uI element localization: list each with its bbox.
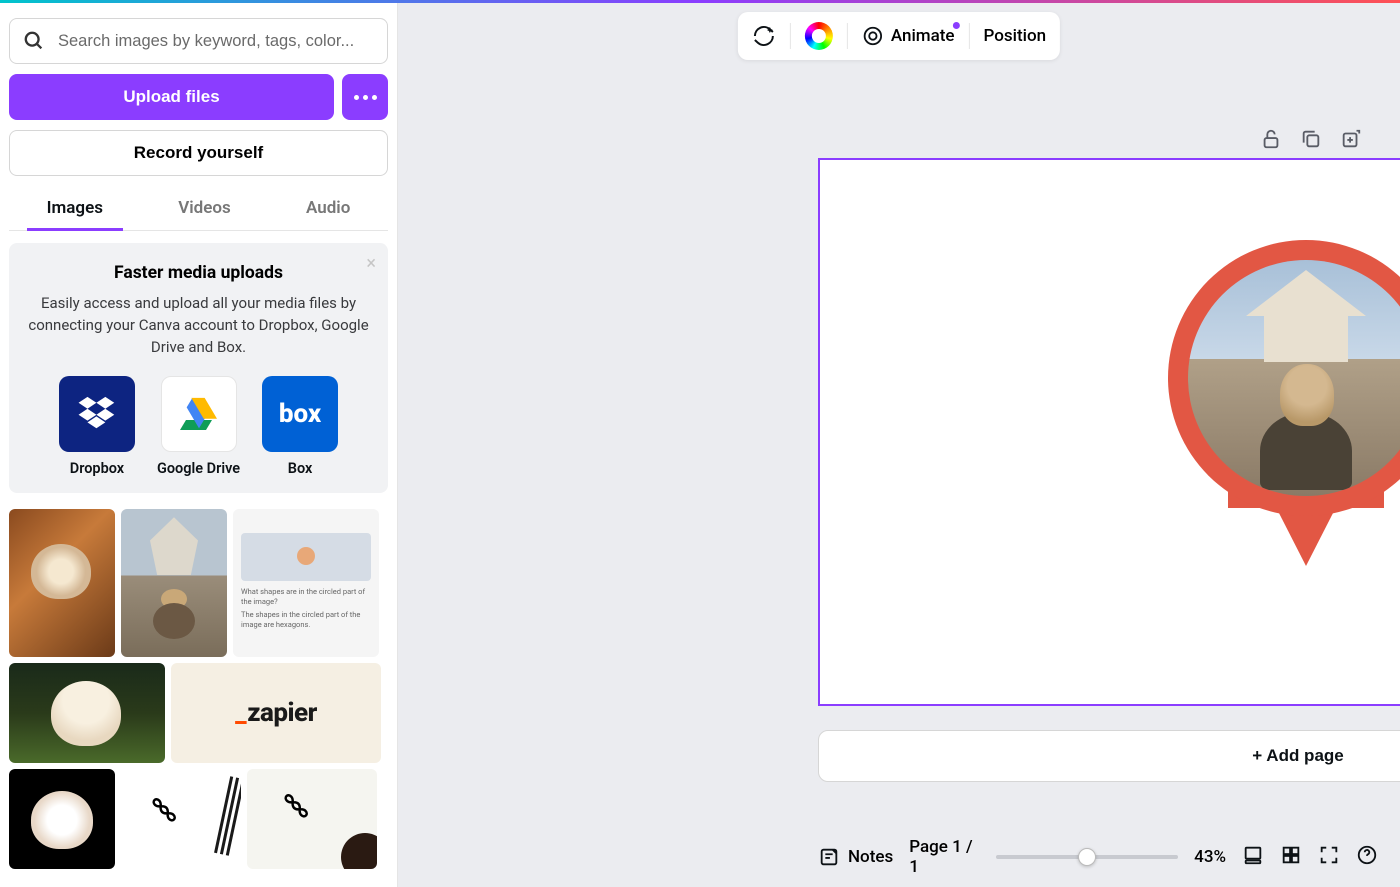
- lock-open-icon: [1260, 128, 1282, 150]
- add-page-bar[interactable]: + Add page: [818, 730, 1400, 782]
- add-page-button[interactable]: [1340, 128, 1362, 154]
- expand-icon: [1318, 844, 1340, 866]
- notes-icon: [818, 846, 840, 868]
- promo-panel: × Faster media uploads Easily access and…: [9, 243, 388, 493]
- promo-close-icon[interactable]: ×: [366, 253, 376, 274]
- editor-main: Animate Position: [398, 0, 1400, 887]
- editor-footer: Notes Page 1 / 1 43%: [796, 827, 1400, 887]
- upload-thumb[interactable]: [121, 509, 227, 657]
- upload-files-button[interactable]: Upload files: [9, 74, 334, 120]
- upload-more-button[interactable]: [342, 74, 388, 120]
- tab-images[interactable]: Images: [27, 188, 123, 230]
- animate-button[interactable]: Animate: [862, 25, 955, 47]
- upload-thumb[interactable]: [247, 769, 377, 869]
- sparkle-cycle-icon: [752, 24, 776, 48]
- notes-button[interactable]: Notes: [818, 846, 893, 868]
- color-picker-button[interactable]: [805, 22, 833, 50]
- pin-photo: [1188, 260, 1400, 496]
- upload-thumb[interactable]: What shapes are in the circled part of t…: [233, 509, 379, 657]
- zoom-slider[interactable]: [996, 855, 1178, 859]
- lock-button[interactable]: [1260, 128, 1282, 154]
- page-indicator: Page 1 / 1: [909, 837, 980, 877]
- help-icon: [1356, 844, 1378, 866]
- media-tabs: Images Videos Audio: [9, 188, 388, 231]
- copy-icon: [1300, 128, 1322, 150]
- dropbox-icon: [59, 376, 135, 452]
- design-canvas[interactable]: [818, 158, 1400, 706]
- grid-icon: [1280, 844, 1302, 866]
- tab-audio[interactable]: Audio: [286, 188, 370, 230]
- duplicate-page-button[interactable]: [1300, 128, 1322, 154]
- service-box[interactable]: box Box: [262, 376, 338, 477]
- zoom-percentage: 43%: [1194, 847, 1226, 867]
- sidebar: Upload files Record yourself Images Vide…: [0, 0, 398, 887]
- top-gradient-bar: [0, 0, 1400, 3]
- grid-view-button[interactable]: [1280, 844, 1302, 870]
- service-label: Box: [288, 460, 313, 477]
- upload-thumb[interactable]: _zapier: [171, 663, 381, 763]
- promo-title: Faster media uploads: [27, 263, 370, 283]
- color-wheel-icon: [805, 22, 833, 50]
- search-icon: [23, 30, 45, 52]
- upload-thumb[interactable]: [121, 769, 241, 869]
- tab-videos[interactable]: Videos: [158, 188, 251, 230]
- context-toolbar: Animate Position: [738, 12, 1060, 60]
- record-yourself-button[interactable]: Record yourself: [9, 130, 388, 176]
- map-pin-element[interactable]: [1168, 240, 1400, 570]
- regenerate-button[interactable]: [752, 24, 776, 48]
- notification-dot-icon: [953, 22, 960, 29]
- animate-icon: [862, 25, 884, 47]
- promo-description: Easily access and upload all your media …: [27, 293, 370, 358]
- service-dropbox[interactable]: Dropbox: [59, 376, 135, 477]
- search-input[interactable]: [9, 18, 388, 64]
- service-google-drive[interactable]: Google Drive: [157, 376, 240, 477]
- page-list-icon: [1242, 844, 1264, 866]
- service-label: Google Drive: [157, 460, 240, 477]
- gdrive-icon: [161, 376, 237, 452]
- help-button[interactable]: [1356, 844, 1378, 870]
- add-page-icon: [1340, 128, 1362, 150]
- zoom-thumb[interactable]: [1078, 848, 1096, 866]
- upload-thumb[interactable]: [9, 663, 165, 763]
- upload-thumb[interactable]: [9, 509, 115, 657]
- uploads-gallery: What shapes are in the circled part of t…: [9, 509, 388, 887]
- page-view-button[interactable]: [1242, 844, 1264, 870]
- fullscreen-button[interactable]: [1318, 844, 1340, 870]
- box-icon: box: [262, 376, 338, 452]
- service-label: Dropbox: [70, 460, 124, 477]
- position-button[interactable]: Position: [984, 26, 1047, 46]
- upload-thumb[interactable]: [9, 769, 115, 869]
